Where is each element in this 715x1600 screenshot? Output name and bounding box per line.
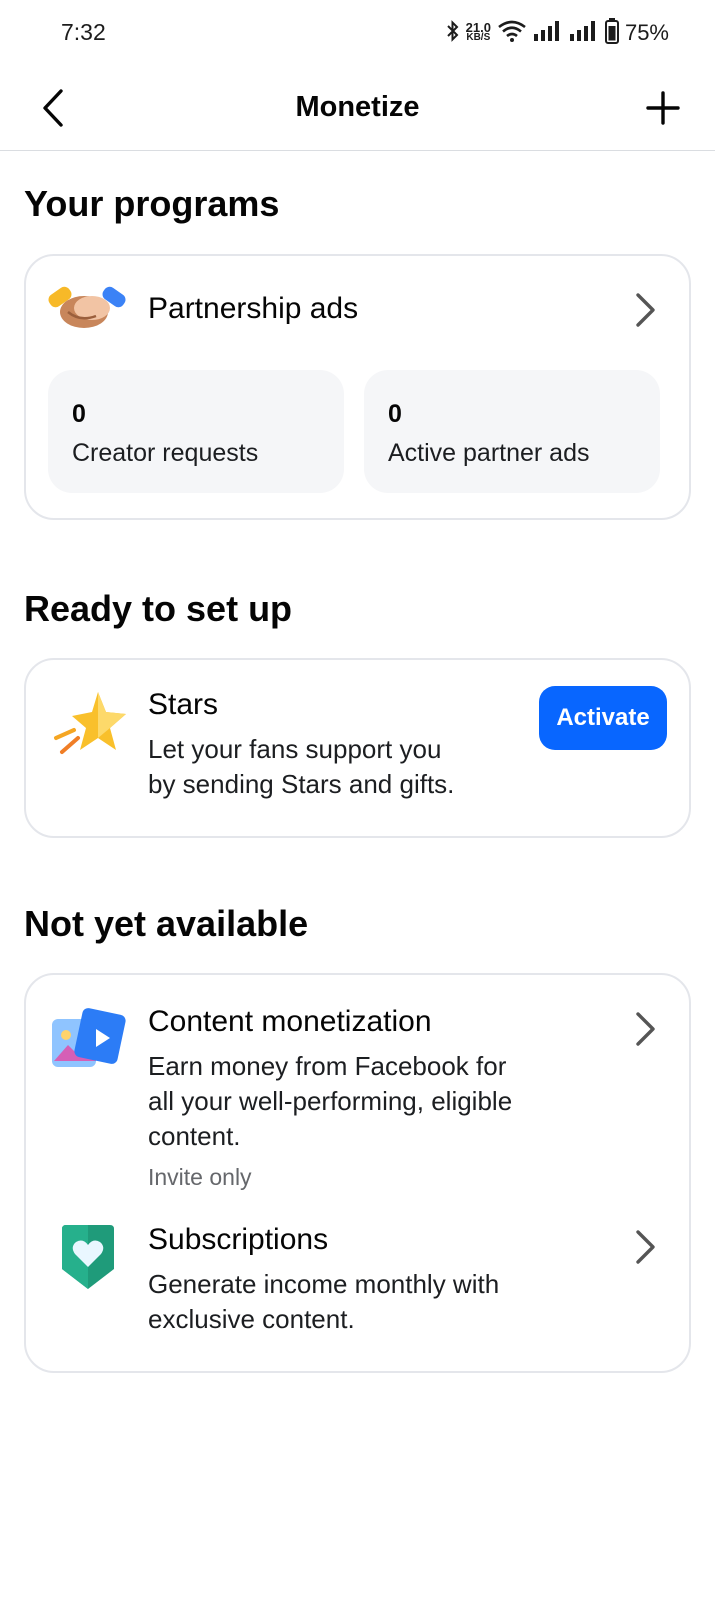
content-monetization-title: Content monetization [148,1005,432,1038]
heart-shield-icon [60,1225,116,1294]
add-button[interactable] [637,82,689,134]
net-speed: 21.0 KB/S [466,21,491,43]
not-available-card: Content monetization Earn money from Fac… [24,973,691,1373]
active-partner-ads-stat[interactable]: 0 Active partner ads [364,370,660,493]
signal-icon [533,20,563,47]
active-partner-ads-value: 0 [388,400,402,428]
status-time: 7:32 [61,19,106,45]
stars-card[interactable]: Stars Let your fans support you by sendi… [24,658,691,838]
net-speed-unit: KB/S [466,32,491,43]
invite-only-label: Invite only [148,1164,252,1190]
wifi-icon [497,19,527,48]
content-monetization-desc-line-2: all your well-performing, eligible [148,1086,513,1116]
section-title-not-available: Not yet available [24,903,309,944]
active-partner-ads-label: Active partner ads [388,439,590,467]
stars-title: Stars [148,688,219,721]
subscriptions-desc-line-1: Generate income monthly with [148,1269,500,1299]
video-photo-icon [48,1005,128,1080]
app-header: Monetize [0,66,715,151]
subscriptions-description: Generate income monthly with exclusive c… [148,1267,499,1337]
activate-button[interactable]: Activate [539,686,667,750]
chevron-right-icon[interactable] [631,1009,661,1049]
plus-icon [646,91,680,125]
status-icons: 21.0 KB/S 75% [446,17,669,49]
chevron-right-icon[interactable] [631,290,661,330]
creator-requests-stat[interactable]: 0 Creator requests [48,370,344,493]
bluetooth-icon [446,19,460,47]
partnership-ads-card[interactable]: Partnership ads 0 Creator requests 0 Act… [24,254,691,520]
section-title-ready: Ready to set up [24,588,293,629]
stars-desc-line-1: Let your fans support you [148,734,442,764]
subscriptions-row[interactable]: Subscriptions Generate income monthly wi… [26,1211,689,1351]
star-icon [48,686,128,767]
content-monetization-row[interactable]: Content monetization Earn money from Fac… [26,975,689,1190]
handshake-icon [46,282,128,343]
section-title-your-programs: Your programs [24,183,280,224]
subscriptions-desc-line-2: exclusive content. [148,1304,355,1334]
creator-requests-label: Creator requests [72,439,259,467]
signal-icon [569,20,599,47]
subscriptions-title: Subscriptions [148,1223,329,1256]
page-title: Monetize [295,91,420,123]
creator-requests-value: 0 [72,400,86,428]
status-bar: 7:32 21.0 KB/S 75% [0,0,715,66]
content-monetization-description: Earn money from Facebook for all your we… [148,1049,512,1154]
partnership-ads-title: Partnership ads [148,292,359,325]
stars-description: Let your fans support you by sending Sta… [148,732,454,802]
content-monetization-desc-line-1: Earn money from Facebook for [148,1051,507,1081]
stars-desc-line-2: by sending Stars and gifts. [148,769,455,799]
chevron-right-icon[interactable] [631,1227,661,1267]
battery-icon [604,17,619,49]
battery-percent: 75% [624,20,669,45]
content-monetization-desc-line-3: content. [148,1121,241,1151]
